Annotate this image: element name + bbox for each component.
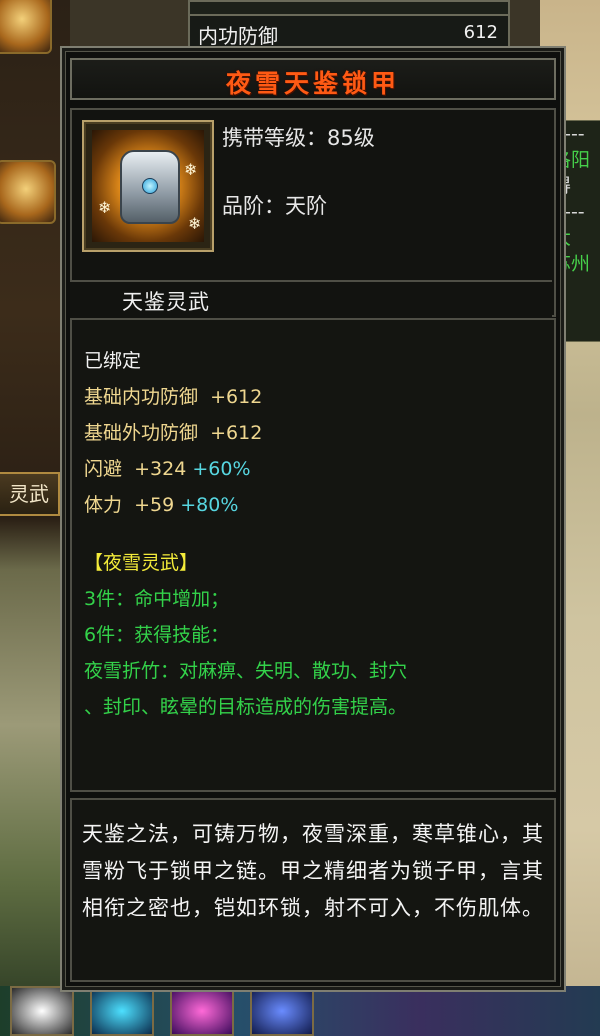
panda-skill-icon[interactable] xyxy=(10,986,74,1036)
gem-icon xyxy=(142,178,158,194)
stat-label: 体力 xyxy=(84,494,123,516)
bonus-stat-row: 闪避 +324 +60% xyxy=(84,454,251,481)
set-series: 天鉴灵武 xyxy=(122,290,210,314)
stat-value: 612 xyxy=(463,22,498,43)
set-bonus: 夜雪折竹：对麻痹、失明、散功、封穴 xyxy=(84,660,408,682)
stat-label: 基础内功防御 xyxy=(84,386,199,408)
item-grade: 品阶：天阶 xyxy=(222,194,327,218)
skill-icon[interactable] xyxy=(170,986,234,1036)
base-stat-row: 基础内功防御 +612 xyxy=(84,382,262,409)
stat-value: +612 xyxy=(210,386,263,408)
snowflake-icon: ❄ xyxy=(188,214,202,233)
stat-label: 基础外功防御 xyxy=(84,422,199,444)
item-description: 天鉴之法，可铸万物，夜雪深重，寒草锥心，其雪粉飞于锁甲之链。甲之精细者为锁子甲，… xyxy=(82,822,544,920)
equipment-slot-icon[interactable] xyxy=(0,0,52,54)
equipment-slot-icon[interactable] xyxy=(0,160,56,224)
stat-row-cap xyxy=(188,0,510,14)
stat-percent: +60% xyxy=(192,458,251,480)
set-series-row: 天鉴灵武 xyxy=(70,280,552,318)
stat-label: 内功防御 xyxy=(198,24,278,48)
set-bonus: 6件：获得技能： xyxy=(84,624,230,646)
stat-value: +612 xyxy=(210,422,263,444)
side-tab[interactable]: 灵武 xyxy=(0,472,60,516)
stat-label: 闪避 xyxy=(84,458,123,480)
set-bonus: 3件：命中增加； xyxy=(84,588,230,610)
stat-value: +59 xyxy=(134,494,175,516)
side-tab-label: 灵武 xyxy=(9,482,49,506)
snowflake-icon: ❄ xyxy=(98,198,112,217)
set-name: 【夜雪灵武】 xyxy=(84,552,199,574)
armor-icon: ❄ ❄ ❄ xyxy=(92,130,204,242)
bound-status: 已绑定 xyxy=(84,350,142,372)
base-stat-row: 基础外功防御 +612 xyxy=(84,418,262,445)
snowflake-icon: ❄ xyxy=(184,160,198,179)
skill-icon[interactable] xyxy=(250,986,314,1036)
stat-value: +324 xyxy=(134,458,187,480)
stats-panel: 已绑定 基础内功防御 +612 基础外功防御 +612 闪避 +324 +60%… xyxy=(70,318,556,792)
item-name: 夜雪天鉴锁甲 xyxy=(225,69,400,98)
stat-percent: +80% xyxy=(180,494,239,516)
description-panel: 天鉴之法，可铸万物，夜雪深重，寒草锥心，其雪粉飞于锁甲之链。甲之精细者为锁子甲，… xyxy=(70,798,556,982)
carry-level: 携带等级：85级 xyxy=(222,126,375,150)
skill-icon[interactable] xyxy=(90,986,154,1036)
item-icon-frame: ❄ ❄ ❄ xyxy=(82,120,214,252)
title-bar: 夜雪天鉴锁甲 xyxy=(70,58,556,100)
bonus-stat-row: 体力 +59 +80% xyxy=(84,490,238,517)
item-tooltip: 夜雪天鉴锁甲 ❄ ❄ ❄ 携带等级：85级 品阶：天阶 天鉴灵武 已绑定 基础内… xyxy=(60,46,566,992)
set-bonus: 、封印、眩晕的目标造成的伤害提高。 xyxy=(84,696,408,718)
